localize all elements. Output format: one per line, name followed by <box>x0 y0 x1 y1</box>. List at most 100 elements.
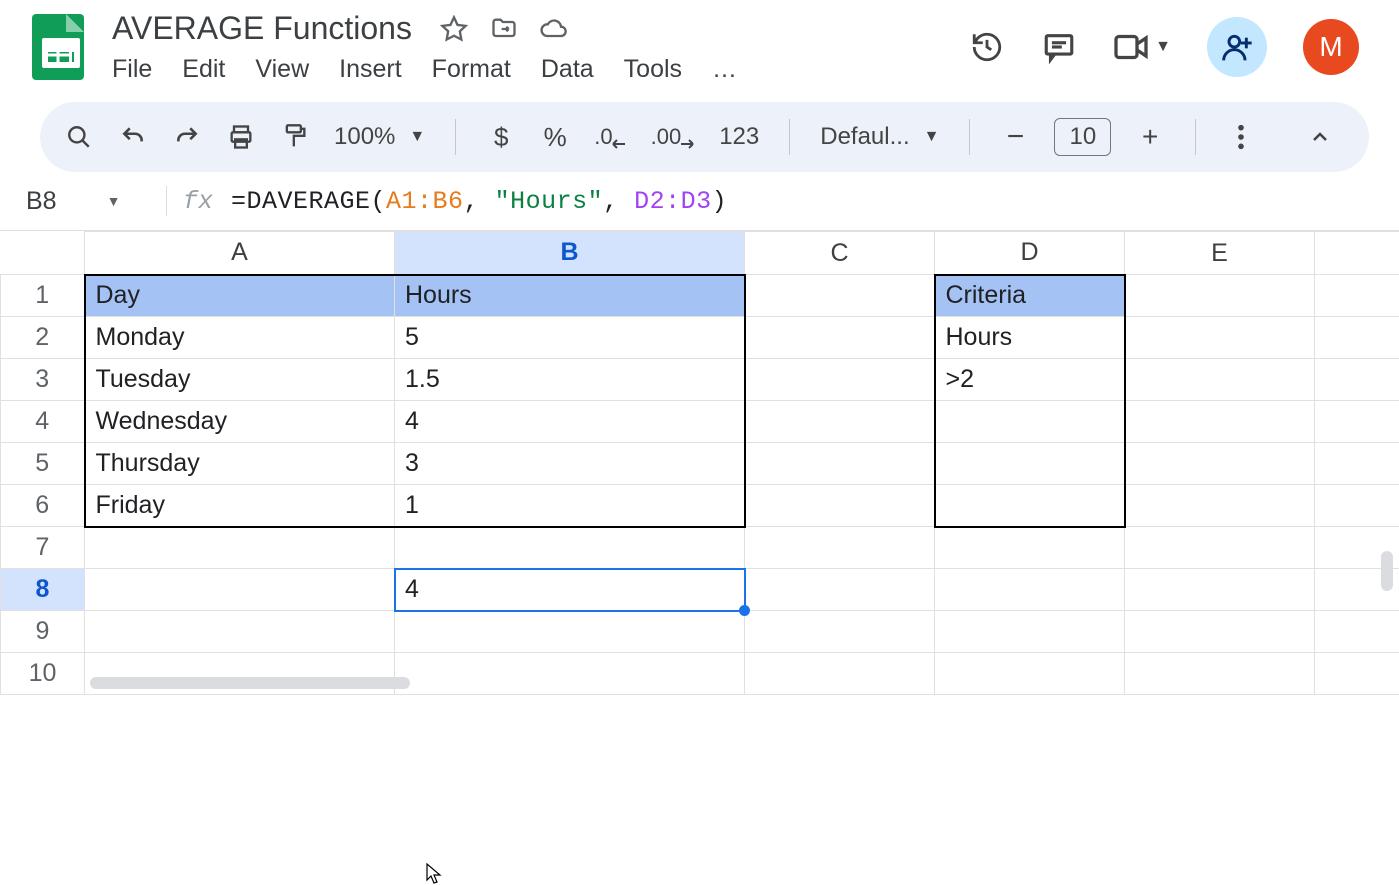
cell-C9[interactable] <box>745 611 935 653</box>
cell-C4[interactable] <box>745 401 935 443</box>
menu-more[interactable]: … <box>712 55 737 84</box>
print-icon[interactable] <box>226 117 256 157</box>
cell-E7[interactable] <box>1125 527 1315 569</box>
star-icon[interactable] <box>440 15 468 43</box>
cell-D1[interactable]: Criteria <box>935 275 1125 317</box>
zoom-level[interactable]: 100% <box>334 123 395 151</box>
increase-font-icon[interactable]: + <box>1135 117 1165 157</box>
vertical-scrollbar[interactable] <box>1381 551 1393 591</box>
collapse-toolbar-icon[interactable] <box>1295 112 1345 162</box>
menu-insert[interactable]: Insert <box>339 55 402 84</box>
cell-C6[interactable] <box>745 485 935 527</box>
paint-format-icon[interactable] <box>280 117 310 157</box>
percent-icon[interactable]: % <box>540 117 570 157</box>
name-box-dropdown-icon[interactable]: ▼ <box>107 193 121 209</box>
font-dropdown-icon[interactable]: ▼ <box>924 128 940 146</box>
cell-A5[interactable]: Thursday <box>85 443 395 485</box>
cell-F1[interactable] <box>1315 275 1399 317</box>
cell-C1[interactable] <box>745 275 935 317</box>
cell-F5[interactable] <box>1315 443 1399 485</box>
cell-B5[interactable]: 3 <box>395 443 745 485</box>
cell-D4[interactable] <box>935 401 1125 443</box>
increase-decimal-icon[interactable]: .00 <box>651 117 696 157</box>
cell-C5[interactable] <box>745 443 935 485</box>
redo-icon[interactable] <box>172 117 202 157</box>
cell-C2[interactable] <box>745 317 935 359</box>
row-header-7[interactable]: 7 <box>1 527 85 569</box>
cell-C8[interactable] <box>745 569 935 611</box>
row-header-10[interactable]: 10 <box>1 653 85 695</box>
cell-E4[interactable] <box>1125 401 1315 443</box>
decrease-font-icon[interactable]: − <box>1000 117 1030 157</box>
cell-E3[interactable] <box>1125 359 1315 401</box>
row-header-8[interactable]: 8 <box>1 569 85 611</box>
cell-A6[interactable]: Friday <box>85 485 395 527</box>
cell-A8[interactable] <box>85 569 395 611</box>
meet-icon[interactable] <box>1113 29 1149 65</box>
zoom-dropdown-icon[interactable]: ▼ <box>409 128 425 146</box>
cell-B7[interactable] <box>395 527 745 569</box>
currency-icon[interactable]: $ <box>486 117 516 157</box>
cell-A9[interactable] <box>85 611 395 653</box>
horizontal-scrollbar[interactable] <box>90 677 410 689</box>
comment-icon[interactable] <box>1041 29 1077 65</box>
cell-E9[interactable] <box>1125 611 1315 653</box>
account-avatar[interactable]: M <box>1303 19 1359 75</box>
cell-F10[interactable] <box>1315 653 1399 695</box>
font-size-input[interactable]: 10 <box>1054 118 1111 156</box>
menu-data[interactable]: Data <box>541 55 594 84</box>
cell-F3[interactable] <box>1315 359 1399 401</box>
cell-B3[interactable]: 1.5 <box>395 359 745 401</box>
cell-D5[interactable] <box>935 443 1125 485</box>
cell-C10[interactable] <box>745 653 935 695</box>
cell-D6[interactable] <box>935 485 1125 527</box>
cell-A7[interactable] <box>85 527 395 569</box>
row-header-9[interactable]: 9 <box>1 611 85 653</box>
cloud-icon[interactable] <box>540 15 568 43</box>
cell-E2[interactable] <box>1125 317 1315 359</box>
cell-B9[interactable] <box>395 611 745 653</box>
undo-icon[interactable] <box>118 117 148 157</box>
sheets-logo[interactable] <box>30 12 86 82</box>
col-header-F[interactable] <box>1315 232 1399 275</box>
cell-B6[interactable]: 1 <box>395 485 745 527</box>
col-header-A[interactable]: A <box>85 232 395 275</box>
col-header-C[interactable]: C <box>745 232 935 275</box>
name-box[interactable]: B8 <box>26 187 57 216</box>
cell-D2[interactable]: Hours <box>935 317 1125 359</box>
search-icon[interactable] <box>64 117 94 157</box>
cell-E8[interactable] <box>1125 569 1315 611</box>
menu-tools[interactable]: Tools <box>624 55 682 84</box>
cell-D3[interactable]: >2 <box>935 359 1125 401</box>
share-button[interactable] <box>1207 17 1267 77</box>
cell-B8[interactable]: 4 <box>395 569 745 611</box>
menu-file[interactable]: File <box>112 55 152 84</box>
cell-D8[interactable] <box>935 569 1125 611</box>
spreadsheet-grid[interactable]: A B C D E 1 Day Hours Criteria 2 Monday … <box>0 231 1399 695</box>
row-header-4[interactable]: 4 <box>1 401 85 443</box>
row-header-2[interactable]: 2 <box>1 317 85 359</box>
cell-B2[interactable]: 5 <box>395 317 745 359</box>
row-header-6[interactable]: 6 <box>1 485 85 527</box>
cell-D7[interactable] <box>935 527 1125 569</box>
cell-D9[interactable] <box>935 611 1125 653</box>
select-all-corner[interactable] <box>1 232 85 275</box>
cell-A1[interactable]: Day <box>85 275 395 317</box>
cell-B4[interactable]: 4 <box>395 401 745 443</box>
cell-B10[interactable] <box>395 653 745 695</box>
col-header-B[interactable]: B <box>395 232 745 275</box>
meet-dropdown-icon[interactable]: ▼ <box>1155 38 1171 56</box>
move-icon[interactable] <box>490 15 518 43</box>
row-header-1[interactable]: 1 <box>1 275 85 317</box>
menu-format[interactable]: Format <box>432 55 511 84</box>
cell-E10[interactable] <box>1125 653 1315 695</box>
selection-handle[interactable] <box>739 605 750 616</box>
decrease-decimal-icon[interactable]: .0 <box>594 117 626 157</box>
col-header-E[interactable]: E <box>1125 232 1315 275</box>
font-selector[interactable]: Defaul... <box>820 123 909 151</box>
history-icon[interactable] <box>969 29 1005 65</box>
cell-A2[interactable]: Monday <box>85 317 395 359</box>
cell-F6[interactable] <box>1315 485 1399 527</box>
cell-F4[interactable] <box>1315 401 1399 443</box>
cell-E1[interactable] <box>1125 275 1315 317</box>
